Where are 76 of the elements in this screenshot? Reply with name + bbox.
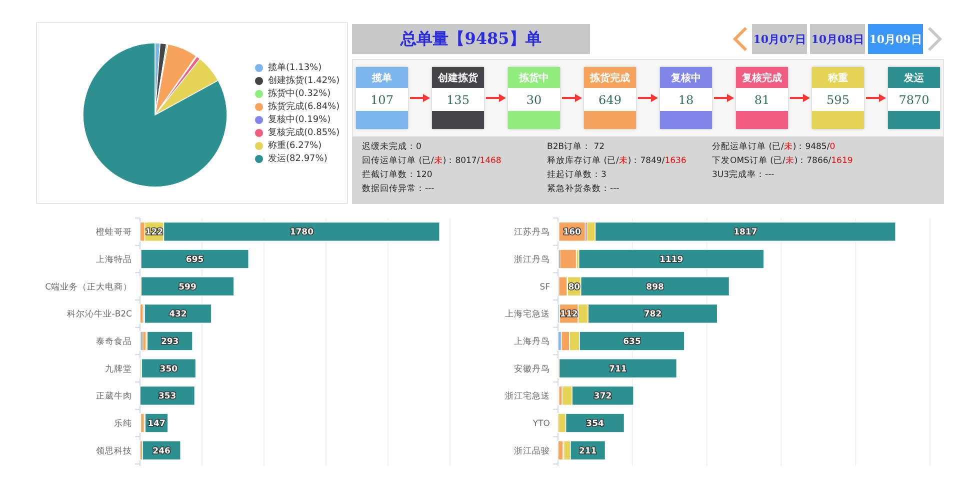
stage-label: 复核完成 [736,67,788,88]
stage-label: 发运 [888,67,940,88]
stage-label: 创建拣货 [432,67,484,88]
data-label: 432 [169,310,187,320]
category-label: 领思科技 [96,446,132,456]
category-label: 江苏丹鸟 [514,228,550,238]
data-label: 246 [152,446,170,456]
stage-label: 拣货完成 [584,67,636,88]
category-label: C端业务（正大电商） [45,282,132,292]
data-label: 211 [578,446,597,456]
category-label: SF [540,282,550,292]
stat-text: 迟缓未完成：0 [362,141,422,153]
stage-label: 拣货中 [508,67,560,88]
legend-label: 拣货中(0.32%) [268,88,331,100]
data-label: 112 [560,310,578,320]
data-label: 635 [623,337,641,347]
legend-label: 揽单(1.13%) [268,62,322,74]
stage-label: 揽单 [356,67,408,88]
category-label: 安徽丹鸟 [514,364,550,374]
stat-text: 下发OMS订单 (已/未)：7866/1619 [712,155,854,167]
data-label: 122 [145,228,164,238]
category-label: 上海宅急送 [505,310,550,320]
data-label: 711 [609,364,627,374]
category-label: 浙江品骏 [514,446,550,456]
category-label: 九牌堂 [105,364,132,374]
legend-label: 复核完成(0.85%) [268,126,340,138]
stat-text: 分配运单订单 (已/未)：9485/0 [712,141,836,153]
data-label: 160 [563,228,581,238]
stage-label: 称重 [812,67,864,88]
data-label: 1817 [734,228,758,238]
total-orders-title: 总单量【9485】单 [352,24,590,54]
data-label: 1780 [290,228,314,238]
stage-count: 7870 [888,88,940,111]
data-label: 1119 [660,255,684,265]
stage-count: 18 [660,88,712,111]
stat-text: 回传运单订单 (已/未)：8017/1468 [362,155,502,167]
data-label: 147 [148,419,166,429]
data-label: 782 [644,310,662,320]
category-label: 正葳牛肉 [96,392,132,402]
legend-label: 拣货完成(6.84%) [268,100,340,112]
category-label: 上海特品 [96,255,132,265]
stat-text: 3U3完成率：--- [712,169,776,181]
category-label: 泰奇食品 [96,337,132,347]
data-label: 350 [160,364,178,374]
category-label: 乐纯 [114,419,132,429]
legend-label: 创建拣货(1.42%) [268,74,340,86]
stage-count: 107 [356,88,408,111]
category-label: 科尔沁牛业-B2C [66,310,132,320]
category-label: 浙江丹鸟 [514,255,550,265]
category-label: 浙江宅急送 [505,392,550,402]
stage-count: 649 [584,88,636,111]
stat-text: 紧急补货条数：--- [547,183,620,195]
data-label: 372 [594,392,612,402]
category-label: 橙蛙哥哥 [96,228,132,238]
legend-label: 发运(82.97%) [268,152,328,164]
data-label: 353 [158,392,176,402]
data-label: 354 [586,419,604,429]
category-label: 上海丹鸟 [514,337,550,347]
stat-text: 释放库存订单 (已/未)：7849/1636 [547,155,688,167]
stage-count: 30 [508,88,560,111]
stage-count: 595 [812,88,864,111]
legend-label: 复核中(0.19%) [268,114,331,126]
stage-label: 复核中 [660,67,712,88]
stage-count: 135 [432,88,484,111]
category-label: YTO [532,419,550,429]
stat-text: 数据回传异常：--- [362,183,436,195]
legend-label: 称重(6.27%) [268,140,322,152]
data-label: 898 [646,282,664,292]
stat-text: B2B订单： 72 [547,141,606,153]
data-label: 695 [186,255,204,265]
stat-text: 拦截订单数：120 [362,169,434,181]
data-label: 80 [568,282,580,292]
stage-count: 81 [736,88,788,111]
data-label: 293 [160,337,179,347]
stat-text: 挂起订单数：3 [547,169,608,181]
data-label: 599 [178,282,196,292]
